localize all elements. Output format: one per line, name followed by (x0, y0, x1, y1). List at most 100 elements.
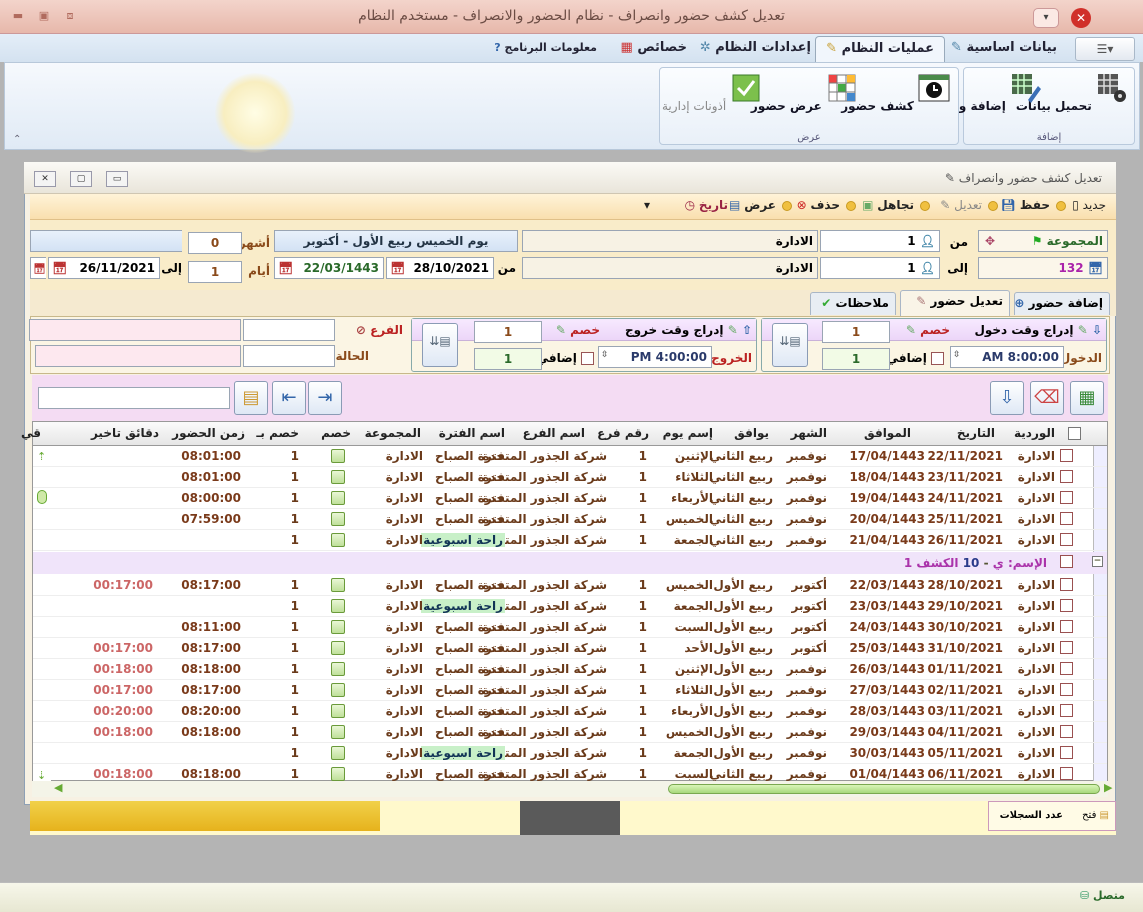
table-row[interactable]: الادارة 03/11/2021 28/03/1443 نوفمبر ربيع ال… (33, 701, 1107, 722)
days-input[interactable]: 1 (188, 261, 242, 283)
from-date-hijri[interactable]: 22/03/1443 📅︎ (274, 257, 384, 279)
entry-extra-input[interactable]: 1 (822, 348, 890, 370)
load-data-button[interactable]: تحميل بيانات (1016, 72, 1128, 113)
row-checkbox[interactable] (1060, 725, 1073, 738)
tab-edit-attendance[interactable]: تعديل حضور ✎ (900, 290, 1010, 316)
indent-right-icon[interactable]: ⇥ (308, 381, 342, 415)
view-attendance-button[interactable]: عرض حضور (751, 72, 858, 113)
grid-view-icon[interactable]: ▦ (1070, 381, 1104, 415)
deduct-leaf-icon[interactable] (331, 746, 345, 760)
insert-entry-toggle[interactable]: ⇩ ✎ إدراج وقت دخول (974, 323, 1102, 337)
col-group[interactable]: المجموعة (365, 426, 421, 440)
deduct-leaf-icon[interactable] (331, 470, 345, 484)
tab-basic-data[interactable]: بيانات اساسية ✎ (941, 36, 1067, 62)
entry-time-input[interactable]: 8:00:00 AM ⇳ (950, 346, 1064, 368)
tab-about[interactable]: معلومات البرنامج ? (484, 36, 607, 62)
status-code-input[interactable] (243, 345, 335, 367)
group-selector[interactable]: المجموعة ⚑ ✥ (978, 230, 1108, 252)
deduct-leaf-icon[interactable] (331, 704, 345, 718)
mdi-close-icon[interactable]: ✕ (34, 171, 56, 187)
row-checkbox[interactable] (1060, 512, 1073, 525)
mdi-minimize-icon[interactable]: ▭ (106, 171, 128, 187)
table-row[interactable]: الادارة 05/11/2021 30/03/1443 نوفمبر ربيع ال… (33, 743, 1107, 764)
row-checkbox[interactable] (1060, 599, 1073, 612)
table-row[interactable]: الادارة 31/10/2021 25/03/1443 أكتوبر ربيع ال… (33, 638, 1107, 659)
col-shift[interactable]: الوردية (1014, 426, 1055, 440)
col-date[interactable]: التاريخ (957, 426, 995, 440)
table-row[interactable]: الادارة 04/11/2021 29/03/1443 نوفمبر ربيع ال… (33, 722, 1107, 743)
table-row[interactable]: الادارة 25/11/2021 20/04/1443 نوفمبر ربيع ال… (33, 509, 1107, 530)
quick-access-dropdown[interactable]: ▾ (1033, 8, 1059, 28)
new-button[interactable]: جديد ▯ (1072, 198, 1106, 212)
export-grid-icon[interactable]: ⇩ (990, 381, 1024, 415)
exit-import-icon[interactable]: ⇊▤ (422, 323, 458, 367)
row-checkbox[interactable] (1060, 704, 1073, 717)
mdi-restore-icon[interactable]: ▢ (70, 171, 92, 187)
col-month[interactable]: الشهر (791, 426, 827, 440)
save-button[interactable]: حفظ 💾︎ (1001, 198, 1050, 212)
notes-folder-icon[interactable]: ▤ (234, 381, 268, 415)
horizontal-scroll-thumb[interactable] (668, 784, 1100, 794)
table-row[interactable]: الادارة 29/10/2021 23/03/1443 أكتوبر ربيع ال… (33, 596, 1107, 617)
scroll-right-icon[interactable]: ▶ (1104, 781, 1112, 794)
table-row[interactable]: الادارة 02/11/2021 27/03/1443 نوفمبر ربيع ال… (33, 680, 1107, 701)
row-checkbox[interactable] (1060, 470, 1073, 483)
attendance-sheet-button[interactable]: كشف حضور (841, 72, 950, 113)
col-period[interactable]: اسم الفترة (439, 426, 505, 440)
deduct-leaf-icon[interactable] (331, 449, 345, 463)
row-checkbox[interactable] (1060, 641, 1073, 654)
exit-time-input[interactable]: 4:00:00 PM ⇳ (598, 346, 712, 368)
group-checkbox[interactable] (1060, 555, 1073, 568)
col-deduct-by[interactable]: خصم بـ (256, 426, 299, 440)
from-employee-number[interactable]: 👤︎ 1 (820, 230, 940, 252)
ignore-button[interactable]: تجاهل ▣ (862, 198, 914, 212)
entry-extra-checkbox[interactable]: إضافي (887, 351, 944, 365)
select-all-checkbox[interactable] (1068, 427, 1081, 440)
admin-permissions-button[interactable]: أذونات إدارية (662, 72, 762, 113)
deduct-leaf-icon[interactable] (331, 599, 345, 613)
add-edit-button[interactable]: إضافة وتعديل (925, 72, 1042, 113)
col-hijri[interactable]: الموافق (864, 426, 911, 440)
table-row[interactable]: الادارة 24/11/2021 19/04/1443 نوفمبر ربيع ال… (33, 488, 1107, 509)
deduct-leaf-icon[interactable] (331, 491, 345, 505)
entry-deduct-input[interactable]: 1 (822, 321, 890, 343)
deduct-leaf-icon[interactable] (331, 683, 345, 697)
tab-system-settings[interactable]: إعدادات النظام ✲ (690, 36, 821, 62)
row-checkbox[interactable] (1060, 449, 1073, 462)
row-checkbox[interactable] (1060, 620, 1073, 633)
edit-button[interactable]: تعديل ✎ (940, 198, 982, 212)
deduct-leaf-icon[interactable] (331, 578, 345, 592)
toolbar-dropdown-icon[interactable]: ▾ (644, 198, 650, 212)
group-collapse-icon[interactable]: − (1092, 556, 1103, 567)
tab-notes[interactable]: ملاحظات ✔ (810, 292, 896, 315)
deduct-leaf-icon[interactable] (331, 662, 345, 676)
exit-deduct-input[interactable]: 1 (474, 321, 542, 343)
table-row[interactable]: الادارة 23/11/2021 18/04/1443 نوفمبر ربيع ال… (33, 467, 1107, 488)
col-branch-no[interactable]: رقم فرع (597, 426, 649, 440)
view-button[interactable]: عرض ▤ (729, 198, 776, 212)
col-hijri-month[interactable]: يوافق (734, 426, 769, 440)
indent-left-icon[interactable]: ⇤ (272, 381, 306, 415)
table-row[interactable]: الادارة 30/10/2021 24/03/1443 أكتوبر ربيع ال… (33, 617, 1107, 638)
from-date-gregorian[interactable]: 28/10/2021 📅︎ (386, 257, 494, 279)
table-row[interactable]: الادارة 22/11/2021 17/04/1443 نوفمبر ربيع ال… (33, 446, 1107, 467)
group-row[interactable]: − الإسم: ي - 10 الكشف 1 (33, 552, 1107, 574)
tab-properties[interactable]: خصائص ▦ (610, 36, 697, 62)
ribbon-collapse-icon[interactable]: ⌃ (13, 134, 21, 145)
deduct-leaf-icon[interactable] (331, 725, 345, 739)
col-day[interactable]: إسم يوم (663, 426, 713, 440)
to-date[interactable]: 26/11/2021 📅︎ (48, 257, 160, 279)
scroll-left-icon[interactable]: ◀ (54, 781, 62, 794)
close-button[interactable]: ✕ (1071, 8, 1091, 28)
row-checkbox[interactable] (1060, 683, 1073, 696)
row-checkbox[interactable] (1060, 491, 1073, 504)
deduct-leaf-icon[interactable] (331, 641, 345, 655)
delete-button[interactable]: حذف ⊗ (797, 198, 840, 212)
to-employee-number[interactable]: 👤︎ 1 (820, 257, 940, 279)
col-branch[interactable]: اسم الفرع (523, 426, 585, 440)
deduct-leaf-icon[interactable] (331, 767, 345, 781)
col-attend-time[interactable]: زمن الحضور (172, 426, 245, 440)
deduct-leaf-icon[interactable] (331, 512, 345, 526)
exit-extra-input[interactable]: 1 (474, 348, 542, 370)
row-checkbox[interactable] (1060, 767, 1073, 780)
